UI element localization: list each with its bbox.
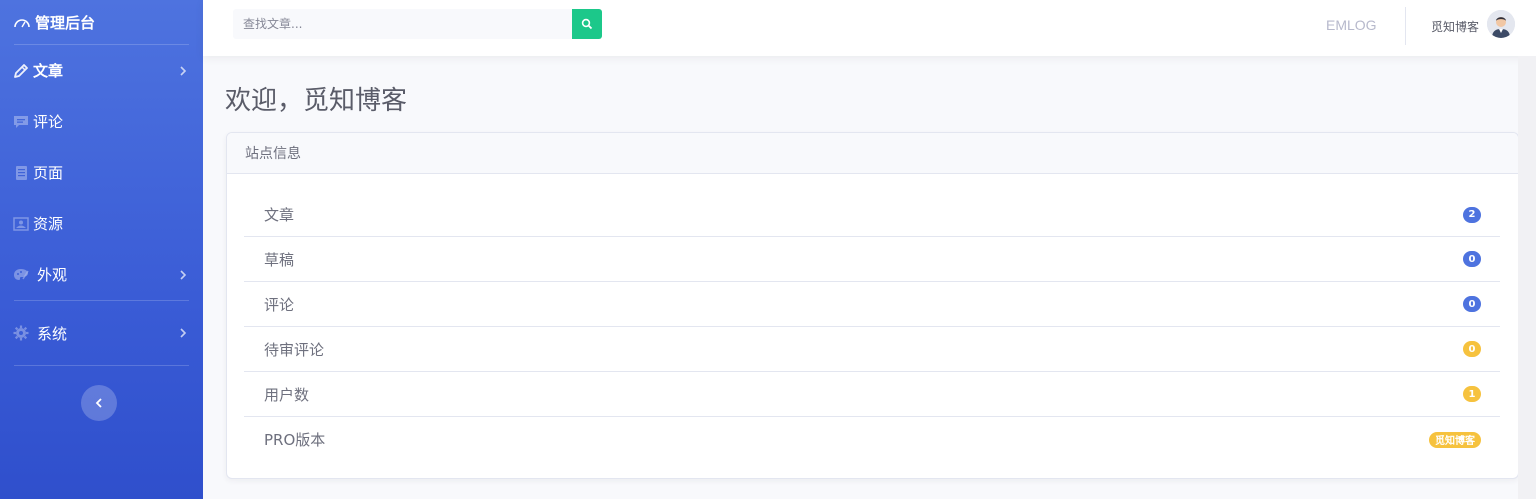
search-form — [233, 9, 602, 39]
palette-icon — [12, 266, 30, 284]
chevron-left-icon — [95, 398, 102, 408]
dashboard-gauge-icon — [14, 19, 30, 28]
count-badge: 0 — [1463, 341, 1481, 357]
chevron-right-icon — [180, 65, 187, 76]
chevron-right-icon — [180, 269, 187, 280]
sidebar-item-label: 评论 — [33, 113, 64, 131]
sidebar-item-pages[interactable]: 页面 — [0, 147, 203, 198]
list-item-articles[interactable]: 文章 2 — [244, 193, 1500, 237]
topbar-divider — [1405, 7, 1406, 45]
page-title: 欢迎，觅知博客 — [225, 86, 408, 116]
search-input[interactable] — [233, 9, 572, 39]
sidebar-item-system[interactable]: 系统 — [0, 301, 203, 365]
gear-icon — [12, 324, 30, 342]
search-button[interactable] — [572, 9, 602, 39]
sidebar-item-comments[interactable]: 评论 — [0, 96, 203, 147]
list-item-label: 评论 — [264, 295, 295, 314]
site-info-card: 站点信息 文章 2 草稿 0 评论 0 待审评论 0 用户数 1 PRO版本 觅… — [226, 132, 1519, 479]
card-header: 站点信息 — [227, 133, 1518, 174]
search-icon — [581, 18, 593, 30]
list-item-label: 用户数 — [264, 385, 310, 404]
list-item-drafts[interactable]: 草稿 0 — [244, 237, 1500, 282]
list-item-label: 待审评论 — [264, 340, 325, 359]
sidebar-item-label: 资源 — [33, 215, 64, 233]
sidebar: 管理后台 文章 评论 页面 资源 外观 系统 — [0, 0, 203, 499]
count-badge: 1 — [1463, 386, 1481, 402]
pro-version-badge: 觅知博客 — [1429, 431, 1481, 448]
page-scrollbar[interactable] — [1518, 56, 1536, 499]
list-item-users[interactable]: 用户数 1 — [244, 372, 1500, 417]
topbar: EMLOG 觅知博客 — [203, 0, 1536, 56]
comment-icon — [12, 113, 30, 131]
chevron-right-icon — [180, 328, 187, 338]
emlog-link[interactable]: EMLOG — [1326, 17, 1377, 33]
list-item-label: 文章 — [264, 206, 295, 224]
sidebar-collapse-button[interactable] — [81, 385, 117, 421]
image-icon — [12, 215, 30, 233]
sidebar-item-articles[interactable]: 文章 — [0, 45, 203, 96]
count-badge: 0 — [1463, 296, 1481, 312]
document-icon — [12, 164, 30, 182]
list-item-pro-version[interactable]: PRO版本 觅知博客 — [244, 417, 1500, 462]
sidebar-item-resources[interactable]: 资源 — [0, 198, 203, 249]
list-item-label: 草稿 — [264, 250, 295, 269]
sidebar-item-label: 外观 — [37, 266, 68, 284]
site-info-list: 文章 2 草稿 0 评论 0 待审评论 0 用户数 1 PRO版本 觅知博客 — [244, 193, 1500, 462]
sidebar-divider — [14, 365, 189, 366]
sidebar-item-label: 页面 — [33, 164, 64, 182]
list-item-label: PRO版本 — [264, 431, 326, 449]
sidebar-brand[interactable]: 管理后台 — [0, 0, 203, 44]
sidebar-item-label: 系统 — [37, 324, 68, 343]
list-item-comments[interactable]: 评论 0 — [244, 282, 1500, 327]
sidebar-item-appearance[interactable]: 外观 — [0, 249, 203, 300]
pencil-icon — [12, 62, 30, 80]
brand-label: 管理后台 — [35, 13, 96, 32]
user-avatar-icon[interactable] — [1487, 10, 1515, 38]
count-badge: 0 — [1463, 251, 1481, 267]
list-item-pending-comments[interactable]: 待审评论 0 — [244, 327, 1500, 372]
user-name[interactable]: 觅知博客 — [1431, 18, 1479, 35]
count-badge: 2 — [1463, 206, 1481, 223]
sidebar-item-label: 文章 — [33, 62, 64, 80]
